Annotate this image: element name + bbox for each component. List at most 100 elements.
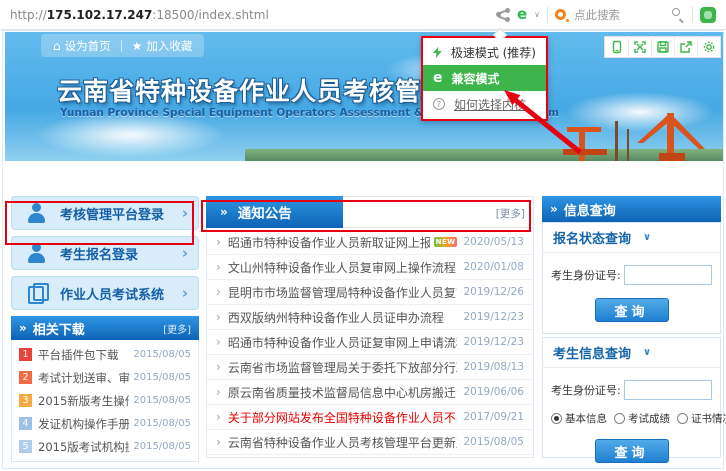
screen: { "browser": { "url_scheme": "http://", …	[0, 0, 726, 471]
notice-title: 昭通市特种设备作业人员证复审网上申请流程及相...	[228, 334, 458, 351]
save-icon[interactable]	[651, 36, 674, 58]
info-type-options: 基本信息 考试成绩 证书情况	[543, 400, 720, 426]
search-engine-logo-icon	[555, 8, 569, 22]
download-date: 2015/08/05	[133, 441, 191, 452]
id-number-label: 考生身份证号:	[551, 382, 621, 398]
status-query-panel: 报名状态查询 ∨ 考生身份证号: 查询	[542, 222, 721, 334]
gear-icon[interactable]	[697, 36, 720, 58]
notice-date: 2020/01/08	[457, 261, 524, 273]
notice-item[interactable]: 文山州特种设备作业人员复审网上操作流程 2020/01/08	[207, 255, 533, 280]
add-favorite-link[interactable]: ★ 加入收藏	[132, 38, 193, 54]
browser-search-box[interactable]: 点此搜索	[555, 7, 685, 23]
status-query-button[interactable]: 查询	[595, 298, 669, 322]
person-icon	[26, 202, 48, 224]
sidebar-item-candidate-login[interactable]: 考生报名登录 ›	[11, 236, 199, 270]
radio-option[interactable]: 考试成绩	[614, 411, 670, 426]
radio-option[interactable]: 证书情况	[677, 411, 726, 426]
browser-address-bar: http://175.102.17.247:18500/index.shtml …	[0, 0, 726, 30]
notice-item[interactable]: 西双版纳州特种设备作业人员证申办流程 2019/12/23	[207, 305, 533, 330]
documents-icon	[26, 282, 48, 304]
left-sidebar: 考核管理平台登录 › 考生报名登录 › 作业人员考试系统 › » 相关下载 [更…	[11, 196, 199, 462]
menu-item-compat-mode[interactable]: e 兼容模式	[423, 65, 546, 91]
info-query-button[interactable]: 查询	[595, 439, 669, 463]
notice-title: 昆明市市场监督管理局特种设备作业人员复审流程...	[228, 284, 458, 301]
share-icon[interactable]	[674, 36, 697, 58]
set-home-label: 设为首页	[65, 38, 111, 54]
share-nodes-icon[interactable]	[496, 8, 510, 22]
sidebar-item-exam-system[interactable]: 作业人员考试系统 ›	[11, 276, 199, 310]
notice-item[interactable]: 原云南省质量技术监督局信息中心机房搬迁公告 2019/06/06	[207, 380, 533, 405]
status-query-title: 报名状态查询	[553, 228, 631, 247]
sidebar-item-platform-login[interactable]: 考核管理平台登录 ›	[11, 196, 199, 230]
notice-title: 云南省特种设备作业人员考核管理平台更新至20...	[228, 434, 458, 451]
radio-label: 考试成绩	[628, 411, 670, 426]
status-id-input[interactable]	[624, 265, 712, 285]
browser-app-icon[interactable]	[700, 7, 716, 23]
notice-date: 2019/12/23	[457, 311, 524, 323]
radio-option[interactable]: 基本信息	[551, 411, 607, 426]
chevron-right-icon: ›	[182, 204, 188, 222]
notice-item[interactable]: 昭通市特种设备作业人员证复审网上申请流程及相... 2019/12/23	[207, 330, 533, 355]
lightning-icon	[433, 46, 442, 59]
ie-mode-icon[interactable]: e	[517, 7, 527, 22]
download-item[interactable]: 1 平台插件包下载 2015/08/05	[12, 343, 198, 366]
notice-date: 2019/12/23	[457, 336, 524, 348]
page: ⌂ 设为首页 ★ 加入收藏 云南省特种设备作业人员考核管理平台 Yunnan P…	[2, 30, 724, 469]
login-label: 作业人员考试系统	[60, 284, 182, 303]
notice-item[interactable]: 云南省特种设备作业人员考核管理平台更新至20... 2015/08/05	[207, 430, 533, 455]
tab-notices[interactable]: » 通知公告	[206, 196, 343, 228]
login-label: 考生报名登录	[60, 244, 182, 263]
mobile-icon[interactable]	[605, 36, 628, 58]
chevron-down-icon: ∨	[643, 347, 651, 358]
search-icon[interactable]	[672, 8, 685, 21]
menu-item-speed-mode[interactable]: 极速模式 (推荐)	[423, 39, 546, 65]
notice-date: 2019/08/13	[457, 361, 524, 373]
downloads-more-link[interactable]: [更多]	[163, 321, 191, 336]
info-id-input[interactable]	[624, 380, 712, 400]
browser-mode-dropdown: 极速模式 (推荐) e 兼容模式 ? 如何选择内核	[421, 36, 548, 121]
notice-header: » 通知公告 [更多]	[207, 197, 533, 228]
query-title: 信息查询	[564, 200, 616, 219]
download-title: 2015版考试机构操...	[38, 439, 129, 455]
query-header: » 信息查询	[542, 196, 721, 222]
download-item[interactable]: 5 2015版考试机构操... 2015/08/05	[12, 435, 198, 458]
notice-title: 关于部分网站发布全国特种设备作业人员不实信息...	[228, 409, 458, 426]
download-item[interactable]: 3 2015新版考生操作... 2015/08/05	[12, 389, 198, 412]
set-home-link[interactable]: ⌂ 设为首页	[53, 38, 111, 54]
rank-badge: 5	[19, 440, 32, 453]
status-query-toggle[interactable]: 报名状态查询 ∨	[543, 223, 720, 253]
notice-date: 2019/12/26	[457, 286, 524, 298]
download-title: 发证机构操作手册	[38, 416, 129, 432]
help-icon: ?	[433, 98, 445, 110]
banner: ⌂ 设为首页 ★ 加入收藏 云南省特种设备作业人员考核管理平台 Yunnan P…	[5, 32, 723, 161]
download-item[interactable]: 4 发证机构操作手册 2015/08/05	[12, 412, 198, 435]
notice-date: 2017/09/21	[457, 411, 524, 423]
radio-label: 基本信息	[565, 411, 607, 426]
download-list: 1 平台插件包下载 2015/08/05 2 考试计划送审、审核 ... 201…	[11, 340, 199, 462]
login-label: 考核管理平台登录	[60, 204, 182, 223]
notices-more-link[interactable]: [更多]	[496, 206, 525, 221]
notice-item[interactable]: 云南省市场监督管理局关于委托下放部分行政许可... 2019/08/13	[207, 355, 533, 380]
download-date: 2015/08/05	[133, 349, 191, 360]
search-placeholder[interactable]: 点此搜索	[574, 7, 667, 23]
home-icon: ⌂	[53, 39, 61, 53]
download-item[interactable]: 2 考试计划送审、审核 ... 2015/08/05	[12, 366, 198, 389]
rank-badge: 3	[19, 394, 32, 407]
url-host: 175.102.17.247	[47, 8, 153, 22]
download-title: 考试计划送审、审核 ...	[38, 370, 129, 386]
notice-item[interactable]: 昭通市特种设备作业人员新取证网上报名流程 NEW 2020/05/13	[207, 230, 533, 255]
url-scheme: http://	[10, 8, 47, 22]
download-title: 平台插件包下载	[38, 347, 129, 363]
menu-item-kernel-help[interactable]: ? 如何选择内核	[423, 91, 546, 117]
url-display[interactable]: http://175.102.17.247:18500/index.shtml	[10, 8, 269, 22]
info-query-toggle[interactable]: 考生信息查询 ∨	[543, 338, 720, 368]
divider	[121, 40, 122, 52]
radio-icon	[677, 413, 688, 424]
chevron-down-icon[interactable]: ∨	[534, 10, 540, 19]
notice-item[interactable]: 关于部分网站发布全国特种设备作业人员不实信息... 2017/09/21	[207, 405, 533, 430]
fullscreen-icon[interactable]	[628, 36, 651, 58]
double-chevron-icon: »	[550, 202, 558, 216]
notice-title: 文山州特种设备作业人员复审网上操作流程	[228, 259, 456, 276]
notice-item[interactable]: 昆明市市场监督管理局特种设备作业人员复审流程... 2019/12/26	[207, 280, 533, 305]
id-row: 考生身份证号:	[543, 253, 720, 285]
